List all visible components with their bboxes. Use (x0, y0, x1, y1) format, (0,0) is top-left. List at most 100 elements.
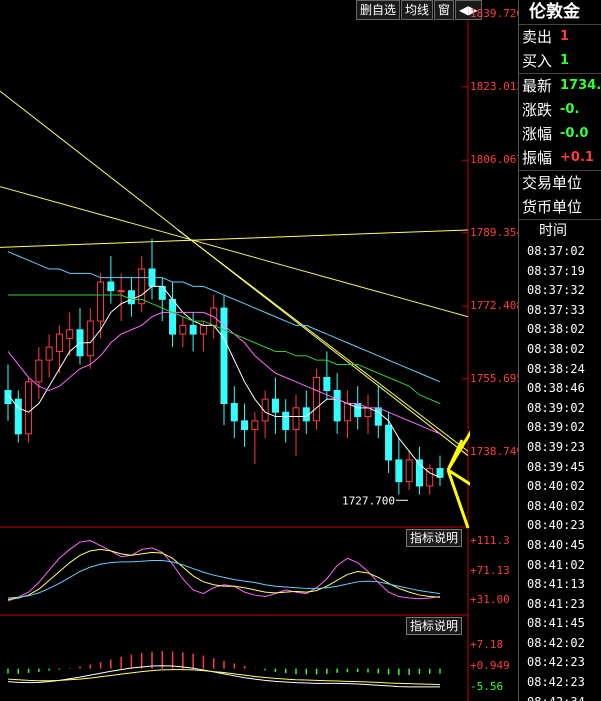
candle-body (374, 407, 382, 426)
indicator-info-button-1[interactable]: 指标说明 (406, 529, 463, 547)
trade-time: 08:37:02 (527, 244, 585, 258)
quote-row-0: 卖出 1 (519, 25, 601, 49)
chart-toolbar: 删自选 均线 窗 ◀▶ (355, 0, 482, 20)
y-tick-label: 1839.726 (470, 7, 520, 21)
candle-body (97, 281, 105, 322)
candle-body (282, 411, 290, 431)
candle-body (25, 381, 33, 435)
candle-body (169, 298, 177, 335)
y-tick-label: 1772.408 (470, 299, 520, 313)
trend-line (0, 229, 469, 248)
candle-body (14, 398, 22, 435)
candle-body (395, 459, 403, 483)
quote-row-5: 振幅 +0.1 (519, 146, 601, 170)
candle-body (86, 320, 94, 357)
quote-label: 振幅 (522, 149, 553, 167)
candle-body (343, 403, 351, 422)
quote-value: 1 (560, 53, 570, 68)
trade-time: 08:39:23 (527, 439, 585, 454)
trade-time: 08:38:02 (527, 341, 585, 356)
candle-body (117, 290, 125, 293)
indicator1-tick-label: +31.00 (470, 593, 510, 607)
trade-time: 08:40:23 (527, 518, 585, 533)
trade-time: 08:37:32 (527, 283, 585, 298)
candle-body (220, 307, 228, 405)
time-header: 时间 (519, 219, 601, 242)
candle-body (179, 324, 187, 335)
candle-body (107, 281, 115, 292)
quote-label: 涨跌 (522, 101, 553, 119)
trade-time: 08:42:34 (519, 693, 601, 701)
candle-body (127, 290, 135, 305)
y-tick-label: 1738.749 (470, 445, 520, 459)
candle-body (271, 398, 279, 413)
trade-time: 08:41:13 (527, 577, 585, 592)
trade-time: 08:41:45 (527, 616, 585, 631)
y-tick-label: 1789.354 (470, 225, 520, 239)
low-price-label: 1727.700 (342, 494, 395, 507)
indicator-info-button-2[interactable]: 指标说明 (406, 617, 463, 635)
trade-time: 08:38:24 (527, 361, 585, 376)
quote-value: -0. (560, 102, 580, 117)
moving-average-button[interactable]: 均线 (401, 0, 434, 20)
y-tick-label: 1806.067 (470, 153, 520, 167)
instrument-title: 伦敦金 (519, 0, 601, 25)
quote-row-1: 买入 1 (519, 49, 601, 73)
indicator2-tick-label: +0.949 (470, 658, 510, 672)
candle-body (241, 420, 249, 431)
y-tick-label: 1823.013 (470, 79, 520, 93)
trade-time: 08:37:33 (527, 302, 585, 317)
trade-time: 08:42:23 (527, 675, 585, 690)
candle-body (35, 359, 43, 383)
trade-time: 08:40:02 (527, 498, 585, 513)
price-chart[interactable]: 1727.700 (0, 0, 470, 701)
quote-label: 交易单位 (522, 174, 583, 192)
candle-body (66, 329, 74, 339)
trend-line (0, 186, 469, 318)
window-button[interactable]: 窗 (434, 0, 455, 20)
trade-time: 08:40:02 (527, 479, 585, 494)
trade-time: 08:40:45 (527, 537, 585, 552)
trade-time: 08:39:02 (527, 420, 585, 435)
candle-body (199, 324, 207, 335)
trade-time: 08:41:23 (527, 596, 585, 611)
candle-body (323, 376, 331, 391)
quote-value: 1 (560, 29, 570, 44)
indicator1-tick-label: +71.13 (470, 563, 510, 577)
candle-body (333, 389, 341, 422)
candle-body (138, 268, 146, 305)
indicator2-tick-label: -5.56 (470, 679, 504, 693)
candle-body (292, 407, 300, 431)
trade-time: 08:38:02 (527, 322, 585, 337)
remove-watchlist-button[interactable]: 删自选 (356, 0, 401, 20)
quote-row-2: 最新 1734. (519, 73, 601, 98)
candle-body (385, 424, 393, 461)
quote-row-7: 货币单位 (519, 195, 601, 219)
indicator2-line (7, 665, 440, 688)
candle-body (354, 403, 362, 418)
indicator2-line (7, 669, 441, 686)
y-tick-label: 1755.695 (470, 371, 520, 385)
quote-value: +0.1 (560, 150, 594, 165)
trade-time: 08:38:46 (527, 381, 585, 396)
candle-body (45, 346, 53, 361)
candle-body (405, 459, 413, 483)
trade-time: 08:39:02 (527, 400, 585, 415)
trade-time: 08:42:02 (527, 635, 585, 650)
indicator2-tick-label: +7.18 (470, 638, 504, 652)
candle-body (251, 420, 259, 431)
trade-time: 08:42:23 (527, 655, 585, 670)
arrow-annotation (446, 469, 470, 529)
indicator1-tick-label: +111.3 (470, 534, 510, 548)
trade-time: 08:37:19 (527, 263, 585, 278)
quote-label: 买入 (522, 52, 553, 70)
trade-time: 08:39:45 (527, 459, 585, 474)
quote-value: 1734. (560, 78, 601, 93)
quote-label: 最新 (522, 77, 553, 95)
candle-body (55, 333, 63, 352)
quote-panel: 伦敦金 卖出 1 买入 1 最新 1734. 涨跌 -0. 涨幅 -0.0 振幅 +0.1 交易单位 货币… (518, 0, 601, 701)
quote-label: 卖出 (522, 28, 553, 46)
indicator1-line (7, 540, 441, 602)
candle-body (313, 376, 321, 422)
candle-body (230, 403, 238, 422)
